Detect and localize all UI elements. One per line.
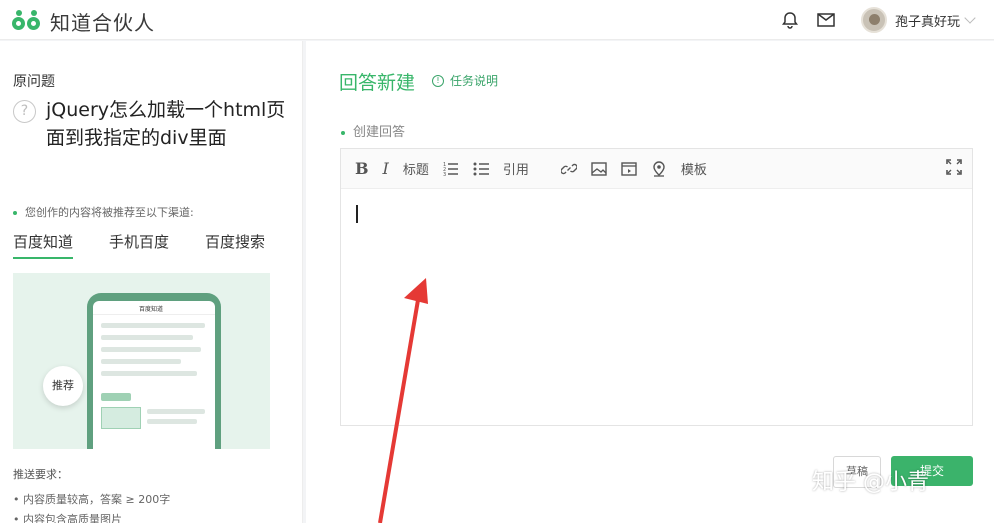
question-title: jQuery怎么加载一个html页面到我指定的div里面 [46,99,286,149]
channel-preview-image: 百度知道 推荐 [13,273,270,449]
answer-panel: 回答新建 ! 任务说明 创建回答 B I 标题 123 引用 模板 草稿 提交 [306,41,994,523]
bell-icon[interactable] [779,9,801,31]
answer-title: 回答新建 [339,72,416,94]
bold-button[interactable]: B [355,158,369,180]
chevron-down-icon[interactable] [964,12,976,24]
mail-icon[interactable] [815,9,837,31]
editor-toolbar: B I 标题 123 引用 模板 [341,149,972,189]
ordered-list-icon[interactable]: 123 [443,158,459,180]
task-description-link[interactable]: ! 任务说明 [432,72,498,89]
preview-bar-title: 百度知道 [139,306,164,313]
tab-baidu-zhidao[interactable]: 百度知道 [13,231,74,259]
recommend-badge: 推荐 [43,366,83,406]
quote-button[interactable]: 引用 [503,158,529,180]
video-icon[interactable] [621,158,637,180]
user-area: 孢子真好玩 [779,6,976,34]
logo[interactable]: 知道合伙人 [12,7,155,36]
logo-icon [12,9,44,34]
answer-editor[interactable]: B I 标题 123 引用 模板 [340,148,973,426]
avatar[interactable] [860,7,887,33]
phone-illustration: 百度知道 [87,293,221,449]
svg-text:3: 3 [443,172,446,177]
fullscreen-icon[interactable] [946,159,962,175]
tab-mobile-baidu[interactable]: 手机百度 [109,231,169,259]
left-panel: 原问题 ? jQuery怎么加载一个html页面到我指定的div里面 您创作的内… [0,41,303,523]
unordered-list-icon[interactable] [473,158,489,180]
heading-button[interactable]: 标题 [403,158,429,180]
template-button[interactable]: 模板 [681,158,707,180]
link-icon[interactable] [560,158,577,180]
tab-baidu-search[interactable]: 百度搜索 [205,231,265,259]
task-link-label: 任务说明 [450,74,499,88]
push-requirements-label: 推送要求： [13,468,68,481]
top-bar: 知道合伙人 孢子真好玩 [0,0,994,40]
logo-text: 知道合伙人 [50,11,155,35]
text-cursor [356,205,358,223]
italic-button[interactable]: I [383,158,389,180]
create-answer-label: 创建回答 [341,121,405,140]
push-item: • 内容质量较高，答案 ≥ 200字 [13,493,171,506]
push-item: • 内容包含高质量图片 [13,513,122,523]
location-icon[interactable] [651,158,667,180]
image-icon[interactable] [591,158,607,180]
recommend-note: 您创作的内容将被推荐至以下渠道: [13,204,194,220]
question-icon: ? [13,100,36,123]
watermark: 知乎 @小青 [812,470,929,495]
info-icon: ! [432,74,444,87]
question-label: 原问题 [13,74,55,90]
username[interactable]: 孢子真好玩 [895,11,960,30]
channel-tabs: 百度知道 手机百度 百度搜索 [13,231,301,259]
